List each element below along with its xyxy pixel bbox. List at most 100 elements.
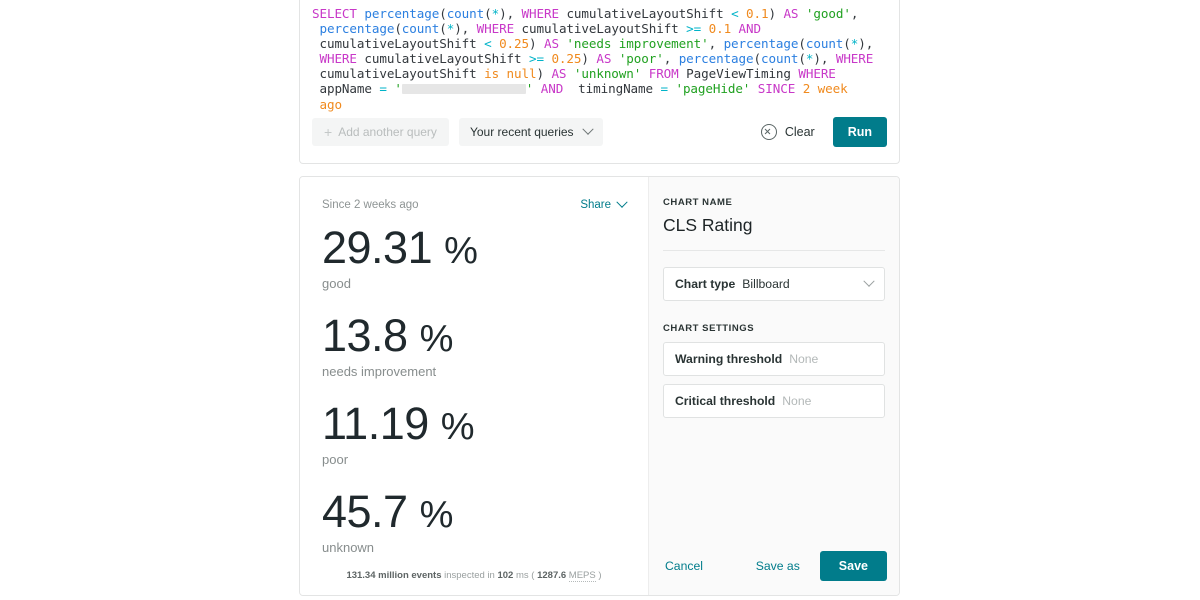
query-token: ( [439, 6, 447, 21]
clear-button[interactable]: Clear [755, 118, 821, 146]
chart-name-caption: CHART NAME [663, 197, 733, 208]
query-token [611, 51, 618, 66]
query-token [566, 66, 573, 81]
query-token: ) [768, 6, 784, 21]
billboard-label: unknown [322, 539, 375, 555]
query-token: AND [738, 21, 762, 37]
billboard-item: 45.7 % unknown [322, 488, 626, 555]
query-toolbar: + Add another query Your recent queries … [300, 101, 899, 163]
query-token: cumulativeLayoutShift [319, 66, 477, 82]
add-another-query-label: Add another query [338, 125, 437, 139]
query-token: * [491, 6, 500, 21]
query-token: FROM [648, 66, 679, 82]
query-duration: 102 [497, 570, 514, 581]
query-token: ) [581, 51, 597, 67]
query-token: AS [551, 66, 567, 82]
query-token: >= [529, 51, 544, 67]
query-token: AS [543, 36, 559, 52]
query-token: AND [540, 81, 564, 97]
plus-icon: + [324, 124, 333, 140]
billboard-value: 11.19 % [322, 397, 475, 449]
critical-threshold-value: None [782, 394, 812, 408]
share-label: Share [580, 199, 611, 211]
billboard-unit: % [419, 493, 454, 536]
chart-settings-pane: CHART NAME CLS Rating Chart type Billboa… [649, 177, 899, 595]
run-button[interactable]: Run [832, 117, 887, 147]
query-token: 0.1 [746, 6, 769, 21]
query-token: ), [813, 51, 836, 67]
query-token: ), [499, 6, 522, 21]
warning-threshold-field[interactable]: Warning threshold None [663, 342, 885, 376]
query-token [750, 81, 757, 96]
chevron-down-icon [863, 275, 875, 287]
add-another-query-button[interactable]: + Add another query [312, 118, 449, 146]
billboard-item: 29.31 % good [322, 225, 626, 291]
query-token: 'poor' [618, 51, 664, 67]
critical-threshold-field[interactable]: Critical threshold None [663, 384, 885, 418]
query-token: count [805, 36, 844, 52]
query-token: cumulativeLayoutShift [514, 21, 687, 37]
billboard-list: 29.31 % good 13.8 % needs improvement 11.19 … [300, 211, 648, 555]
query-token [641, 66, 648, 81]
query-token: ( [484, 6, 492, 21]
query-token: 0.25 [499, 36, 529, 52]
query-token: ( [798, 51, 806, 67]
query-token [701, 21, 708, 36]
query-token [798, 6, 805, 21]
chevron-down-icon [581, 123, 594, 135]
query-token: , [663, 51, 679, 67]
query-token: ( [798, 36, 806, 52]
query-token: WHERE [521, 6, 560, 21]
critical-threshold-label: Critical threshold [675, 394, 776, 408]
query-token: ' [394, 81, 402, 97]
chart-name-input[interactable]: CLS Rating [663, 215, 885, 251]
chart-type-value: Billboard [742, 277, 790, 291]
query-token: 0.1 [708, 21, 732, 37]
billboard-value: 13.8 % [322, 309, 454, 361]
share-dropdown[interactable]: Share [580, 196, 628, 211]
query-token [492, 36, 499, 51]
query-token: < [731, 6, 739, 21]
query-token: WHERE [798, 66, 836, 82]
query-token: , [708, 36, 724, 52]
query-token: percentage [364, 6, 440, 21]
visualization-header: Since 2 weeks ago Share [300, 177, 648, 211]
query-token: ) [529, 36, 544, 52]
settings-footer: Cancel Save as Save [649, 551, 899, 581]
query-token: count [446, 6, 485, 21]
save-as-button[interactable]: Save as [752, 559, 804, 573]
query-token [533, 81, 540, 96]
chart-type-label: Chart type [675, 277, 736, 291]
query-duration-unit: ms [515, 570, 529, 581]
recent-queries-dropdown[interactable]: Your recent queries [458, 118, 603, 146]
billboard-item: 13.8 % needs improvement [322, 309, 626, 379]
close-circle-icon [760, 124, 777, 140]
query-token: = [660, 81, 669, 97]
query-token: ) [536, 66, 552, 82]
query-token: ( [753, 51, 762, 67]
query-token: count [761, 51, 799, 67]
query-token: SINCE [757, 81, 796, 97]
billboard-label: needs improvement [322, 363, 437, 379]
query-token: 'pageHide' [675, 81, 751, 97]
query-token: cumulativeLayoutShift [558, 6, 732, 21]
query-token: percentage [678, 51, 754, 67]
query-token: AS [596, 51, 612, 67]
query-token: >= [686, 21, 702, 37]
query-token: percentage [319, 21, 395, 37]
query-token: AS [783, 6, 799, 21]
save-button[interactable]: Save [819, 551, 887, 581]
chart-type-select[interactable]: Chart type Billboard [663, 267, 885, 301]
result-card: Since 2 weeks ago Share 29.31 % good 13.8 … [299, 176, 900, 596]
query-token: percentage [723, 36, 799, 52]
query-token: WHERE [476, 21, 515, 37]
cancel-button[interactable]: Cancel [661, 559, 707, 573]
query-token: ), [858, 36, 874, 52]
close-paren: ) [598, 570, 602, 581]
billboard-item: 11.19 % poor [322, 397, 626, 466]
query-token [739, 6, 746, 21]
query-token: WHERE [835, 51, 874, 67]
billboard-unit: % [419, 317, 454, 360]
query-stats-footer: 131.34 million events inspected in 102 m… [300, 570, 648, 595]
query-token: timingName [563, 81, 661, 97]
